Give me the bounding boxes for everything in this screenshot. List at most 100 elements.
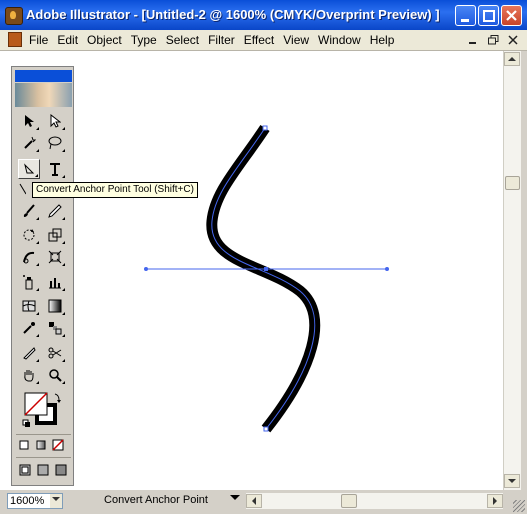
toolbox-panel — [11, 66, 74, 486]
artwork[interactable] — [0, 51, 503, 490]
paintbrush-tool[interactable] — [18, 201, 40, 221]
slice-tool[interactable] — [18, 343, 40, 363]
pencil-icon — [48, 204, 62, 218]
resize-grip[interactable] — [513, 500, 525, 512]
toolbox-title-bar[interactable] — [15, 70, 72, 82]
menu-edit[interactable]: Edit — [57, 33, 78, 47]
color-mode-button[interactable] — [16, 437, 32, 453]
status-menu-triangle-icon — [230, 495, 240, 500]
close-icon — [508, 35, 518, 45]
full-screen-icon — [55, 464, 67, 476]
document-window-controls — [461, 33, 521, 47]
menu-help[interactable]: Help — [370, 33, 395, 47]
menu-select[interactable]: Select — [166, 33, 199, 47]
toolbox-venus-artwork[interactable] — [15, 83, 72, 107]
symbol-sprayer-tool[interactable] — [18, 272, 40, 292]
zoom-dropdown-button[interactable] — [50, 494, 62, 508]
artboard-canvas[interactable] — [0, 51, 503, 490]
pencil-tool[interactable] — [44, 201, 66, 221]
doc-restore-button[interactable] — [485, 33, 501, 47]
rotate-icon — [23, 229, 35, 241]
column-graph-tool[interactable] — [44, 272, 66, 292]
mesh-icon — [22, 300, 36, 312]
standard-screen-mode-button[interactable] — [17, 462, 33, 478]
zoom-tool[interactable] — [44, 365, 66, 385]
arrow-up-icon — [508, 57, 516, 61]
magic-wand-icon — [24, 136, 36, 149]
gradient-swatch-icon — [36, 440, 46, 450]
arrow-left-icon — [252, 497, 256, 505]
menu-window[interactable]: Window — [318, 33, 361, 47]
full-screen-menu-mode-button[interactable] — [35, 462, 51, 478]
full-screen-mode-button[interactable] — [53, 462, 69, 478]
eyedropper-tool[interactable] — [18, 318, 40, 338]
menu-effect[interactable]: Effect — [244, 33, 274, 47]
menu-type[interactable]: Type — [131, 33, 157, 47]
direct-selection-tool[interactable] — [44, 111, 66, 131]
menu-filter[interactable]: Filter — [208, 33, 235, 47]
maximize-button[interactable] — [478, 5, 499, 26]
warp-tool[interactable] — [18, 247, 40, 267]
scroll-left-button[interactable] — [246, 494, 262, 508]
rotate-tool[interactable] — [18, 225, 40, 245]
type-tool[interactable] — [44, 159, 66, 179]
hand-tool[interactable] — [18, 365, 40, 385]
scissors-icon — [48, 347, 62, 359]
zoom-level-field[interactable]: 1600% — [7, 493, 63, 509]
illustrator-app-icon[interactable] — [5, 7, 23, 25]
doc-close-button[interactable] — [505, 33, 521, 47]
lasso-tool[interactable] — [44, 133, 66, 153]
horizontal-scroll-thumb[interactable] — [341, 494, 357, 508]
menu-file[interactable]: File — [29, 33, 48, 47]
close-button[interactable] — [501, 5, 522, 26]
illustrator-window: Adobe Illustrator - [Untitled-2 @ 1600% … — [0, 0, 527, 514]
vertical-scrollbar[interactable] — [503, 51, 521, 490]
none-mode-button[interactable] — [50, 437, 66, 453]
scroll-down-button[interactable] — [504, 474, 520, 488]
gradient-mode-button[interactable] — [33, 437, 49, 453]
blend-tool[interactable] — [44, 318, 66, 338]
eyedropper-icon — [23, 322, 35, 334]
minimize-icon — [461, 19, 469, 22]
selection-tool[interactable] — [18, 111, 40, 131]
menu-bar: File Edit Object Type Select Filter Effe… — [0, 30, 527, 51]
none-swatch-icon — [52, 439, 64, 451]
scroll-up-button[interactable] — [504, 52, 520, 66]
line-segment-tool[interactable] — [18, 179, 26, 199]
scissors-tool[interactable] — [44, 343, 66, 363]
anchor-point-top — [262, 125, 268, 131]
mesh-tool[interactable] — [18, 296, 40, 316]
magic-wand-tool[interactable] — [18, 133, 40, 153]
toolbox-separator — [16, 457, 71, 458]
gradient-tool[interactable] — [44, 296, 66, 316]
menu-view[interactable]: View — [283, 33, 309, 47]
maximize-icon — [483, 10, 495, 22]
scale-tool[interactable] — [44, 225, 66, 245]
title-bar[interactable]: Adobe Illustrator - [Untitled-2 @ 1600% … — [0, 0, 527, 30]
selection-arrow-icon — [25, 115, 34, 127]
scroll-right-button[interactable] — [487, 494, 503, 508]
status-menu-button[interactable] — [230, 494, 240, 504]
document-icon[interactable] — [8, 32, 22, 47]
column-graph-icon — [49, 278, 61, 289]
direct-selection-arrow-icon — [50, 114, 61, 128]
s-curve-stroke — [206, 124, 321, 433]
pen-tool-group[interactable] — [18, 159, 40, 179]
menu-object[interactable]: Object — [87, 33, 122, 47]
type-icon — [50, 163, 60, 176]
close-icon — [506, 10, 517, 21]
fill-stroke-swatches — [22, 392, 61, 427]
window-title: Adobe Illustrator - [Untitled-2 @ 1600% … — [26, 7, 440, 22]
free-transform-icon — [48, 250, 62, 264]
lasso-icon — [48, 136, 62, 150]
status-bar: 1600% Convert Anchor Point — [0, 490, 527, 514]
current-tool-status[interactable]: Convert Anchor Point — [67, 493, 245, 509]
doc-minimize-button[interactable] — [465, 33, 481, 47]
horizontal-scrollbar[interactable] — [246, 493, 503, 509]
minimize-button[interactable] — [455, 5, 476, 26]
current-tool-label: Convert Anchor Point — [104, 494, 208, 506]
convert-anchor-point-icon — [24, 163, 35, 174]
free-transform-tool[interactable] — [44, 247, 66, 267]
vertical-scroll-thumb[interactable] — [505, 176, 520, 190]
fill-stroke-control[interactable] — [21, 391, 67, 433]
